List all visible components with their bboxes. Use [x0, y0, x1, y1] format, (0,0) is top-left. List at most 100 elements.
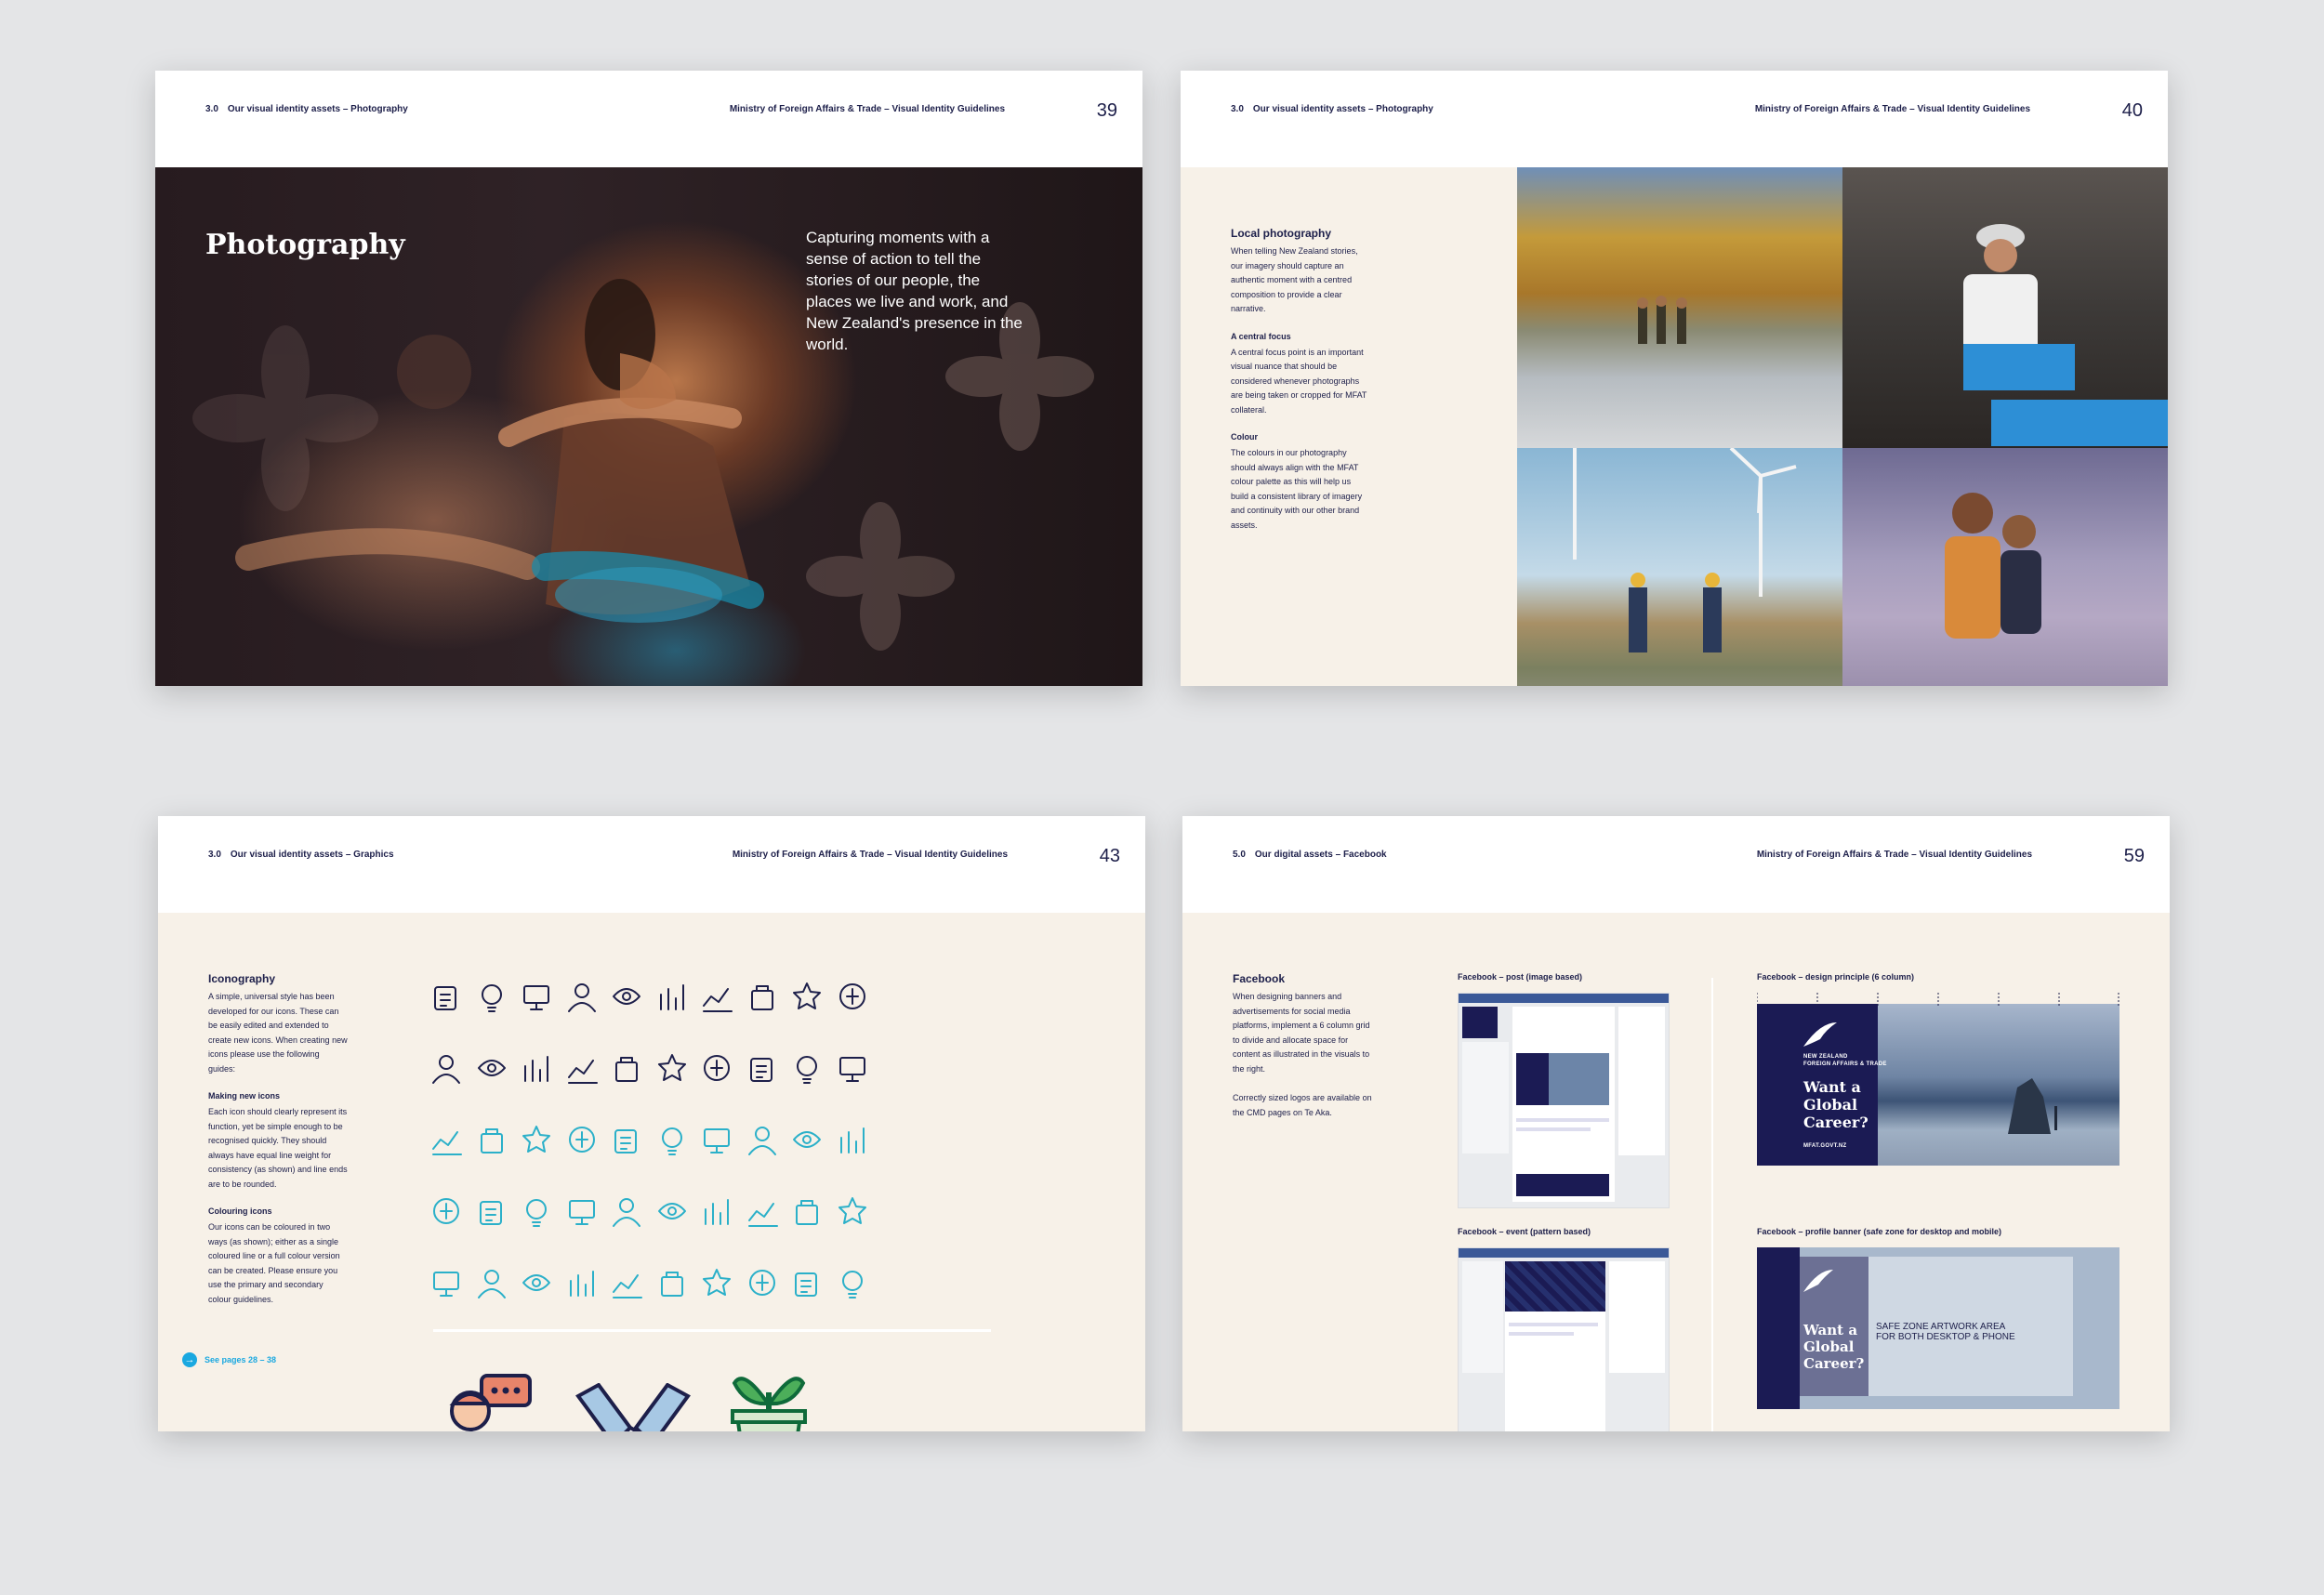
page-number: 40 [2121, 100, 2143, 121]
page-40-photography: 3.0 Our visual identity assets – Photogra… [1181, 71, 2168, 686]
post-image [1516, 1053, 1609, 1105]
headline-line: Want a [1803, 1322, 1858, 1338]
father-child-photo [1842, 448, 2168, 686]
block-heading: Iconography [208, 972, 276, 985]
store-icon [516, 1262, 557, 1303]
section-number: 3.0 [208, 850, 221, 860]
page-43-graphics: 3.0 Our visual identity assets – Graphics… [158, 816, 1145, 1431]
org-subname: FOREIGN AFFAIRS & TRADE [1803, 1061, 1887, 1067]
banner-url: MFAT.GOVT.NZ [1803, 1143, 1847, 1149]
page-39-photography: 3.0 Our visual identity assets – Photogra… [155, 71, 1142, 686]
six-column-grid-marks [1757, 993, 2119, 1006]
money-person-icon [561, 1119, 602, 1160]
block-text: Each icon should clearly represent its f… [208, 1107, 348, 1189]
section-title: Our visual identity assets – Graphics [230, 850, 394, 860]
podium-icon [786, 1191, 827, 1232]
right-column [1609, 1261, 1665, 1373]
block-heading: Facebook [1233, 972, 1286, 985]
plant-money-icon [426, 1119, 467, 1160]
block-text: A simple, universal style has been devel… [208, 992, 348, 1074]
safe-zone-line: FOR BOTH DESKTOP & PHONE [1876, 1332, 2015, 1342]
profile-banner: Want a Global Career? SAFE ZONE ARTWORK … [1757, 1247, 2119, 1409]
building-people-icon [786, 1262, 827, 1303]
document-chart-icon [471, 976, 512, 1017]
group-icon [561, 1191, 602, 1232]
block-text: The colours in our photography should al… [1231, 448, 1363, 530]
block-text: When designing banners and advertisement… [1233, 992, 1370, 1074]
facebook-post-mockup [1458, 993, 1670, 1208]
block-text: Our icons can be coloured in two ways (a… [208, 1222, 340, 1304]
section-title: Our visual identity assets – Photography [227, 104, 408, 114]
money-person-icon [742, 976, 783, 1017]
megaphone-icon [742, 1191, 783, 1232]
plant-money-icon: $ [731, 1377, 807, 1431]
fish-waves-icon [426, 1048, 467, 1088]
factory-icon [652, 1191, 693, 1232]
growth-chart-icon [696, 1119, 737, 1160]
post-feed [1512, 1007, 1615, 1202]
people-network-icon [471, 1048, 512, 1088]
gear-head-icon [606, 1048, 647, 1088]
money-bag-icon [832, 1119, 873, 1160]
speaking-person-icon [449, 1374, 532, 1431]
facebook-event-mockup [1458, 1247, 1670, 1431]
search-money-icon [606, 1119, 647, 1160]
bar-chart-icon [652, 1048, 693, 1088]
sidebar [1462, 1042, 1509, 1153]
design-principle-banner: NEW ZEALAND FOREIGN AFFAIRS & TRADE Want… [1757, 1004, 2119, 1166]
rock-silhouette [2008, 1078, 2057, 1134]
see-pages-link[interactable]: → See pages 28 – 38 [182, 1352, 276, 1367]
icon-grid [426, 976, 984, 1311]
event-feed [1505, 1261, 1605, 1431]
breadcrumb: 3.0 Our visual identity assets – Graphics [208, 850, 394, 860]
chess-knight-icon [606, 1262, 647, 1303]
fern-logo-icon [1803, 1270, 1833, 1292]
navy-panel [1757, 1247, 1800, 1409]
see-pages-label: See pages 28 – 38 [205, 1355, 277, 1364]
ministry-title: Ministry of Foreign Affairs & Trade – Vi… [1754, 104, 2030, 114]
headline-line: Career? [1803, 1355, 1865, 1372]
page-number: 39 [1096, 100, 1117, 121]
caption-post: Facebook – post (image based) [1458, 972, 1583, 982]
hand-money-icon [696, 1191, 737, 1232]
hero-photo: Photography Capturing moments with a sen… [155, 167, 1142, 686]
facebook-header-bar [1459, 994, 1669, 1003]
block-heading: Local photography [1231, 227, 1331, 240]
event-cover [1505, 1261, 1605, 1312]
arrow-right-icon: → [182, 1352, 197, 1367]
banner-headline: Want a Global Career? [1803, 1322, 1864, 1372]
presentation-chart-icon [696, 976, 737, 1017]
caption-event: Facebook – event (pattern based) [1458, 1227, 1591, 1236]
ministry-title: Ministry of Foreign Affairs & Trade – Vi… [732, 850, 1008, 860]
page-59-facebook: 5.0 Our digital assets – Facebook Ministr… [1182, 816, 2170, 1431]
section-title: Our visual identity assets – Photography [1252, 104, 1433, 114]
hero-quote: Capturing moments with a sense of action… [806, 229, 1023, 353]
lightbulb-icon [516, 1191, 557, 1232]
headline-line: Global [1803, 1338, 1855, 1355]
person-list-icon [652, 1119, 693, 1160]
target-icon [652, 1262, 693, 1303]
headline-line: Career? [1803, 1114, 1868, 1131]
dollar-cycle-icon [742, 1262, 783, 1303]
org-name: NEW ZEALAND [1803, 1054, 1848, 1060]
idea-dollar-icon [786, 1119, 827, 1160]
text-column: Facebook When designing banners and adve… [1233, 972, 1372, 1135]
breadcrumb: 5.0 Our digital assets – Facebook [1233, 850, 1387, 860]
section-title: Our digital assets – Facebook [1254, 850, 1387, 860]
page-body: Facebook When designing banners and adve… [1182, 913, 2170, 1431]
pattern-flower-icon [192, 325, 378, 511]
house-percent-icon [742, 1048, 783, 1088]
fish-water-icon [516, 976, 557, 1017]
tv-icon [832, 976, 873, 1017]
business-person-icon [652, 976, 693, 1017]
breadcrumb: 3.0 Our visual identity assets – Photogra… [205, 104, 408, 114]
text-column: Local photography When telling New Zeala… [1231, 227, 1370, 547]
rocket-icon [561, 1262, 602, 1303]
banner-headline: Want a Global Career? [1803, 1078, 1868, 1131]
person-laptop-icon [516, 1048, 557, 1088]
team-money-icon [471, 1262, 512, 1303]
river-autumn-photo [1517, 167, 1842, 448]
stopwatch-icon [696, 1262, 737, 1303]
wind-farm-photo [1517, 448, 1842, 686]
block-text: Correctly sized logos are available on t… [1233, 1093, 1372, 1117]
